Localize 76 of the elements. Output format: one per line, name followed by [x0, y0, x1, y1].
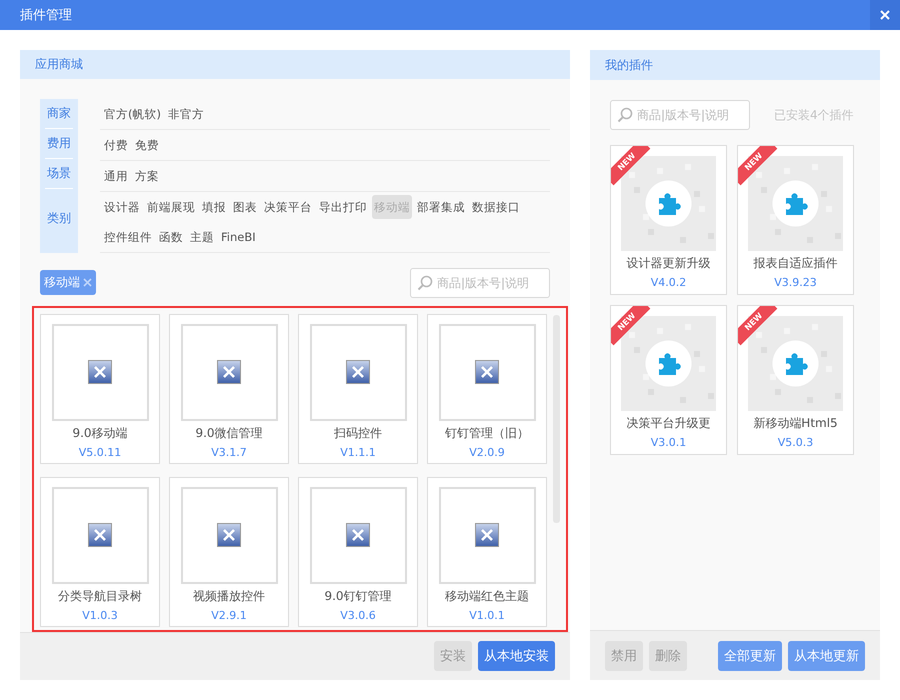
filter-option[interactable]: 函数 — [157, 224, 185, 249]
filter-option[interactable]: 主题 — [188, 224, 216, 249]
tag-label: 移动端 — [44, 274, 80, 292]
close-button[interactable] — [870, 0, 900, 30]
plugin-card[interactable]: 9.0钉钉管理 V3.0.6 — [298, 476, 418, 627]
plugin-card[interactable]: 钉钉管理（旧） V2.0.9 — [427, 314, 547, 464]
plugin-version: V3.1.7 — [211, 446, 247, 459]
search-field[interactable]: 商品|版本号|说明 — [610, 100, 750, 130]
filter-option[interactable]: 非官方 — [166, 102, 206, 126]
search-icon — [417, 274, 433, 291]
plugin-version: V5.0.11 — [78, 446, 122, 459]
plugin-name: 9.0钉钉管理 — [324, 588, 392, 605]
filter-option[interactable]: 填报 — [200, 194, 228, 219]
plugin-version: V1.1.1 — [340, 446, 376, 459]
plugin-version: V3.0.1 — [650, 436, 686, 449]
filter-option[interactable]: 数据接口 — [470, 194, 522, 219]
filter-label: 场景 — [45, 158, 73, 189]
filter-option[interactable]: 免费 — [133, 132, 161, 157]
plugin-name: 设计器更新升级 — [626, 255, 710, 272]
plugin-name: 9.0移动端 — [72, 424, 128, 442]
remove-icon[interactable] — [83, 278, 92, 288]
broken-image-icon — [475, 523, 499, 548]
search-input[interactable]: 商品|版本号|说明 — [437, 276, 537, 290]
broken-image-icon — [217, 523, 241, 548]
filter-label: 类别 — [46, 210, 72, 228]
plugin-name: 决策平台升级更 — [626, 415, 710, 432]
plugin-card[interactable]: 9.0微信管理 V3.1.7 — [169, 314, 289, 464]
plugin-name: 移动端红色主题 — [445, 588, 529, 605]
filter-option[interactable]: 方案 — [133, 164, 161, 188]
plugin-card[interactable]: 移动端红色主题 V1.0.1 — [427, 476, 547, 627]
plugin-name: 9.0微信管理 — [195, 424, 263, 442]
plugin-name: 报表自适应插件 — [754, 255, 838, 272]
broken-image-icon — [217, 360, 241, 384]
plugin-version: V4.0.2 — [650, 276, 686, 289]
plugin-name: 视频播放控件 — [193, 588, 265, 605]
filter-option[interactable]: 设计器 — [102, 194, 142, 219]
filter-option[interactable]: 图表 — [231, 194, 259, 219]
plugin-version: V2.0.9 — [469, 446, 505, 459]
plugin-card[interactable]: 分类导航目录树 V1.0.3 — [40, 476, 160, 627]
plugin-version: V1.0.1 — [469, 608, 505, 622]
close-icon — [880, 10, 890, 20]
plugin-name: 新移动端Html5 — [753, 415, 838, 432]
panel-header: 我的插件 — [590, 50, 880, 80]
plugin-name: 扫码控件 — [334, 424, 382, 442]
filter-option[interactable]: 部署集成 — [415, 194, 467, 219]
broken-image-icon — [88, 360, 112, 384]
filter-label: 商家 — [45, 98, 73, 129]
broken-image-icon — [346, 523, 370, 548]
search-field[interactable]: 商品|版本号|说明 — [410, 268, 550, 298]
filter-option[interactable]: FineBI — [219, 224, 258, 249]
filter-option[interactable]: 导出打印 — [317, 194, 369, 219]
filter-option[interactable]: 官方(帆软) — [102, 102, 163, 126]
plugin-version: V1.0.3 — [82, 608, 118, 622]
action-button[interactable]: 从本地安装 — [478, 641, 555, 672]
plugin-version: V3.9.23 — [774, 276, 817, 289]
search-input[interactable]: 商品|版本号|说明 — [637, 108, 737, 122]
filter-option[interactable]: 付费 — [102, 132, 130, 157]
filter-option[interactable]: 通用 — [102, 164, 130, 188]
filter-option[interactable]: 决策平台 — [262, 194, 314, 219]
plugin-card[interactable]: 视频播放控件 V2.9.1 — [169, 476, 289, 627]
plugin-version: V5.0.3 — [778, 436, 814, 449]
plugin-version: V2.9.1 — [211, 608, 247, 622]
broken-image-icon — [475, 360, 499, 384]
broken-image-icon — [88, 523, 112, 548]
filter-option[interactable]: 前端展现 — [145, 194, 197, 219]
plugin-card[interactable]: 9.0移动端 V5.0.11 — [40, 314, 160, 464]
window-title: 插件管理 — [20, 7, 72, 24]
filter-label: 费用 — [45, 128, 73, 159]
plugin-name: 分类导航目录树 — [58, 588, 142, 605]
filter-option[interactable]: 控件组件 — [102, 224, 154, 249]
plugin-name: 钉钉管理（旧） — [445, 424, 529, 442]
plugin-card[interactable]: 扫码控件 V1.1.1 — [298, 314, 418, 464]
search-icon — [617, 107, 633, 123]
panel-header: 应用商城 — [20, 50, 570, 79]
plugin-version: V3.0.6 — [340, 608, 376, 622]
broken-image-icon — [346, 360, 370, 384]
